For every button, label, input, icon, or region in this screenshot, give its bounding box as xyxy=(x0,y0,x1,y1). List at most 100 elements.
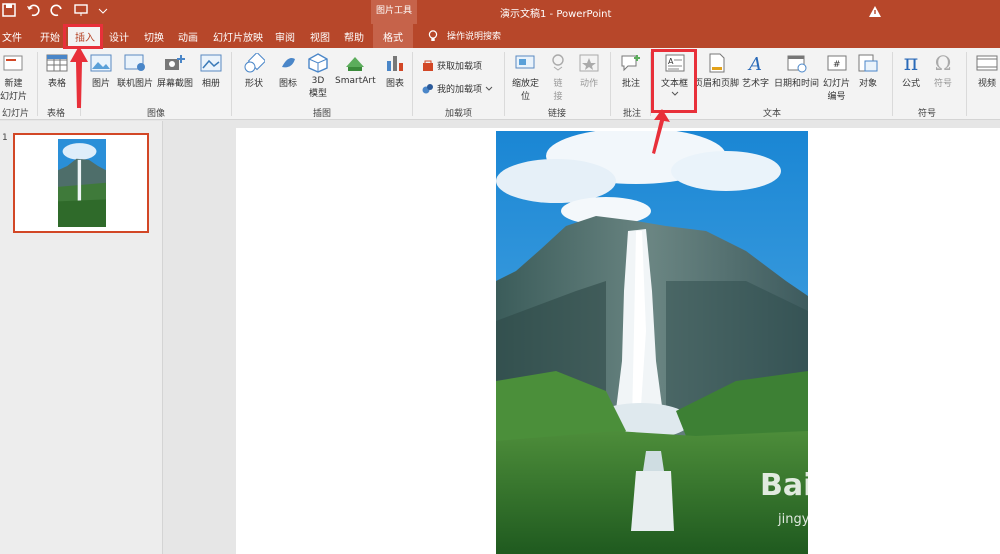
slide-number-button[interactable]: # 幻灯片 编号 xyxy=(823,52,850,102)
separator xyxy=(412,52,413,116)
separator xyxy=(231,52,232,116)
group-label-table: 表格 xyxy=(47,109,66,119)
tab-animations[interactable]: 动画 xyxy=(178,29,198,44)
shapes-icon xyxy=(243,52,265,74)
chevron-down-icon xyxy=(485,86,493,91)
icons-icon xyxy=(277,52,299,74)
slide-thumbnail[interactable] xyxy=(13,133,149,233)
table-button[interactable]: 表格 xyxy=(46,52,68,89)
equation-button[interactable]: π 公式 xyxy=(900,50,922,90)
new-slide-icon xyxy=(3,52,25,74)
link-icon xyxy=(547,52,569,74)
lightbulb-icon xyxy=(428,29,438,41)
shapes-button[interactable]: 形状 xyxy=(243,52,265,89)
new-slide-button[interactable]: 新建 幻灯片 xyxy=(0,52,27,102)
svg-text:#: # xyxy=(833,60,841,70)
highlight-textbox-button xyxy=(651,49,697,113)
save-icon[interactable] xyxy=(2,3,16,17)
group-label-addins: 加载项 xyxy=(445,109,473,119)
redo-icon[interactable] xyxy=(50,3,64,17)
separator xyxy=(892,52,893,116)
omega-icon: Ω xyxy=(934,51,952,75)
online-picture-icon xyxy=(124,52,146,74)
header-footer-icon xyxy=(706,52,728,74)
svg-text:A: A xyxy=(747,54,762,73)
icons-button[interactable]: 图标 xyxy=(277,52,299,89)
video-button[interactable]: 视频 xyxy=(976,52,998,89)
tab-home[interactable]: 开始 xyxy=(40,29,60,44)
ribbon-insert: 新建 幻灯片 幻灯片 表格 表格 图片 联机图片 屏幕截图 相册 图像 形状 图… xyxy=(0,48,1000,120)
calendar-icon xyxy=(786,52,808,74)
tab-view[interactable]: 视图 xyxy=(310,29,330,44)
slide-thumbnail-panel: 1 xyxy=(0,121,163,554)
symbol-button[interactable]: Ω 符号 xyxy=(932,51,954,89)
tell-me-search[interactable]: 操作说明搜索 xyxy=(428,29,501,42)
document-title: 演示文稿1 - PowerPoint xyxy=(500,9,612,20)
tab-transitions[interactable]: 切换 xyxy=(144,29,164,44)
picture-button[interactable]: 图片 xyxy=(90,52,112,89)
separator xyxy=(610,52,611,116)
tab-slideshow[interactable]: 幻灯片放映 xyxy=(213,29,263,44)
tab-design[interactable]: 设计 xyxy=(109,29,129,44)
comment-icon xyxy=(620,52,642,74)
watermark-url: jingyan.baidu.com xyxy=(778,512,898,527)
3d-model-button[interactable]: 3D 模型 xyxy=(307,52,329,99)
quick-access-toolbar xyxy=(2,3,112,17)
separator xyxy=(37,52,38,116)
object-button[interactable]: 对象 xyxy=(857,52,879,89)
wordart-icon: A xyxy=(745,52,767,74)
slide-number: 1 xyxy=(2,133,8,143)
undo-icon[interactable] xyxy=(26,3,40,17)
watermark-brand: Bai du 经验 xyxy=(760,468,938,503)
album-button[interactable]: 相册 xyxy=(200,52,222,89)
album-icon xyxy=(200,52,222,74)
object-icon xyxy=(857,52,879,74)
separator xyxy=(504,52,505,116)
group-label-links: 链接 xyxy=(548,109,567,119)
zoom-icon xyxy=(515,52,537,74)
link-button[interactable]: 链 接 xyxy=(547,52,569,102)
tab-format[interactable]: 格式 xyxy=(373,24,413,48)
group-label-slides: 幻灯片 xyxy=(2,109,30,119)
picture-icon xyxy=(90,52,112,74)
pi-icon: π xyxy=(903,50,919,76)
smartart-button[interactable]: SmartArt xyxy=(335,52,376,86)
datetime-button[interactable]: 日期和时间 xyxy=(774,52,819,89)
group-label-text: 文本 xyxy=(763,109,782,119)
slideshow-icon[interactable] xyxy=(74,3,88,17)
arrow-up-icon xyxy=(652,109,670,154)
customize-qat-icon[interactable] xyxy=(98,3,112,17)
chart-button[interactable]: 图表 xyxy=(384,52,406,89)
screenshot-button[interactable]: 屏幕截图 xyxy=(157,52,193,89)
header-footer-button[interactable]: 页眉和页脚 xyxy=(694,52,739,89)
tab-review[interactable]: 审阅 xyxy=(275,29,295,44)
smartart-icon xyxy=(344,52,366,74)
group-label-symbols: 符号 xyxy=(918,109,937,119)
picture-tools-label: 图片工具 xyxy=(371,0,417,24)
my-addins-button[interactable]: 我的加载项 xyxy=(422,82,493,95)
zoom-button[interactable]: 缩放定 位 xyxy=(512,52,539,102)
star-icon xyxy=(578,52,600,74)
thumbnail-image xyxy=(58,139,106,227)
warning-icon[interactable] xyxy=(868,5,882,21)
screenshot-icon xyxy=(164,52,186,74)
arrow-up-icon xyxy=(70,46,88,108)
title-bar: 图片工具 演示文稿1 - PowerPoint xyxy=(0,0,1000,24)
store-icon xyxy=(423,60,433,71)
wordart-button[interactable]: A 艺术字 xyxy=(742,52,769,89)
group-label-illustrations: 插图 xyxy=(313,109,332,119)
table-icon xyxy=(46,52,68,74)
slide-number-icon: # xyxy=(826,52,848,74)
addins-icon xyxy=(422,83,433,93)
action-button[interactable]: 动作 xyxy=(578,52,600,89)
tab-file[interactable]: 文件 xyxy=(2,29,22,44)
group-label-comments: 批注 xyxy=(623,109,642,119)
get-addins-button[interactable]: 获取加载项 xyxy=(422,59,482,72)
separator xyxy=(966,52,967,116)
tell-me-label: 操作说明搜索 xyxy=(447,32,502,42)
comment-button[interactable]: 批注 xyxy=(620,52,642,89)
video-icon xyxy=(976,52,998,74)
ribbon-tabs: 文件 开始 插入 设计 切换 动画 幻灯片放映 审阅 视图 帮助 格式 操作说明… xyxy=(0,24,1000,48)
tab-help[interactable]: 帮助 xyxy=(344,29,364,44)
online-picture-button[interactable]: 联机图片 xyxy=(117,52,153,89)
